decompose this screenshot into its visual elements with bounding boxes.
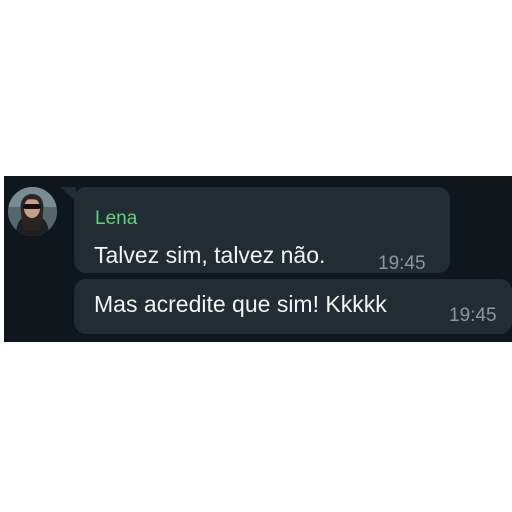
sender-name[interactable]: Lena <box>95 209 137 229</box>
message-timestamp: 19:45 <box>449 305 497 326</box>
message-text: Talvez sim, talvez não. <box>94 242 326 268</box>
chat-panel: Lena Talvez sim, talvez não. 19:45 Mas a… <box>4 176 512 342</box>
message-bubble[interactable]: Lena Talvez sim, talvez não. 19:45 <box>60 187 450 274</box>
bubble-tail <box>60 187 76 201</box>
contact-avatar[interactable] <box>8 187 57 236</box>
message-bubble[interactable]: Mas acredite que sim! Kkkkk 19:45 <box>74 279 512 334</box>
avatar-photo-icon <box>8 187 57 236</box>
message-timestamp: 19:45 <box>378 253 426 274</box>
message-text: Mas acredite que sim! Kkkkk <box>94 291 387 317</box>
